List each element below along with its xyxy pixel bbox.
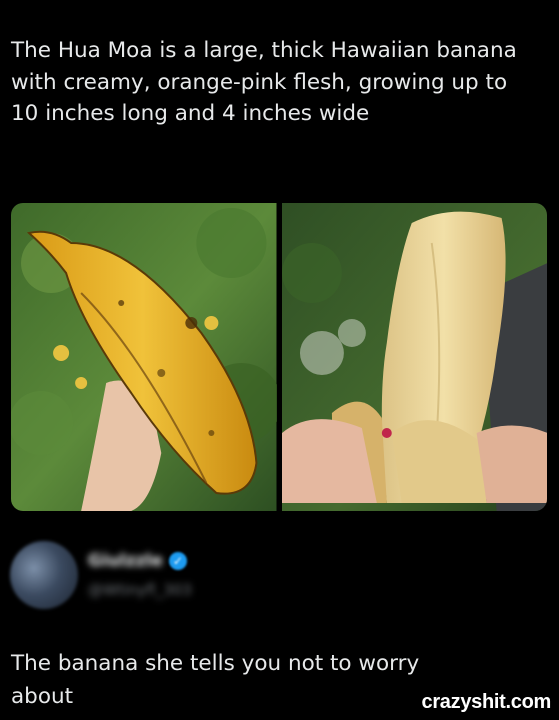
reply-display-name[interactable]: Giulzzle	[88, 551, 163, 571]
reply-card[interactable]: Giulzzle ✓ @Wtinyfl_303	[10, 541, 550, 611]
reply-handle[interactable]: @Wtinyfl_303	[88, 581, 192, 599]
watermark-logo: crazyshit.com	[421, 691, 552, 713]
post-text: The Hua Moa is a large, thick Hawaiian b…	[11, 38, 517, 126]
whole-banana-photo[interactable]	[11, 203, 277, 511]
verified-check-icon: ✓	[168, 552, 187, 570]
avatar[interactable]	[10, 541, 78, 609]
media-gallery[interactable]	[11, 203, 547, 511]
reply-text: The banana she tells you not to worry ab…	[11, 651, 420, 709]
peeled-banana-photo[interactable]	[281, 203, 547, 511]
